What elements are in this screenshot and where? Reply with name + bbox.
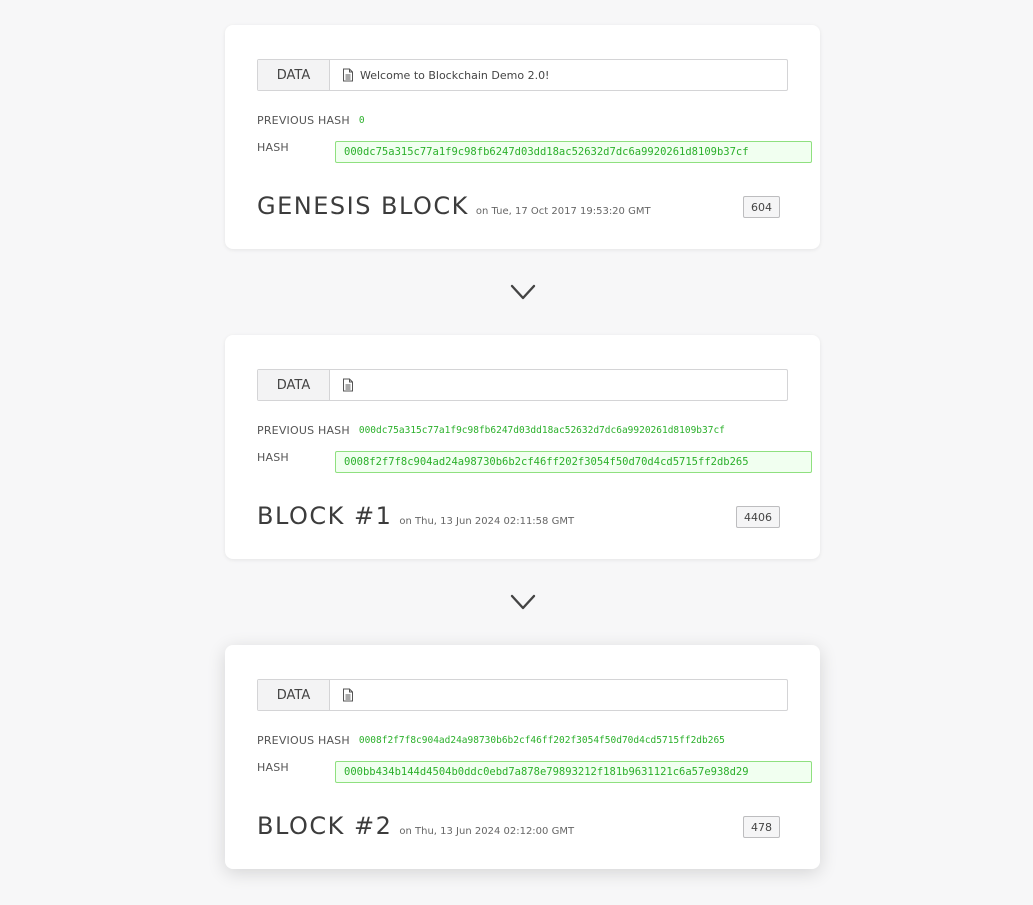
previous-hash-label: PREVIOUS HASH [257, 423, 350, 437]
hash-label: HASH [257, 451, 289, 464]
previous-hash-value: 0 [358, 114, 365, 126]
block-title-row: GENESIS BLOCK on Tue, 17 Oct 2017 19:53:… [257, 192, 651, 220]
block-card-genesis: DATA Welcome to Blockchain Demo 2.0! PRE… [225, 25, 820, 249]
data-label: DATA [258, 60, 330, 90]
hash-value: 0008f2f7f8c904ad24a98730b6b2cf46ff202f30… [335, 451, 812, 473]
hash-row: HASH 000bb434b144d4504b0ddc0ebd7a878e798… [257, 761, 812, 783]
hash-value: 000bb434b144d4504b0ddc0ebd7a878e79893212… [335, 761, 812, 783]
document-icon [342, 688, 354, 702]
hash-row: HASH 0008f2f7f8c904ad24a98730b6b2cf46ff2… [257, 451, 812, 473]
previous-hash-value: 0008f2f7f8c904ad24a98730b6b2cf46ff202f30… [358, 734, 725, 746]
hash-label: HASH [257, 761, 289, 774]
block-title-row: BLOCK #2 on Thu, 13 Jun 2024 02:12:00 GM… [257, 812, 574, 840]
block-timestamp: on Thu, 13 Jun 2024 02:11:58 GMT [399, 516, 575, 527]
data-input-group[interactable]: DATA [257, 369, 788, 401]
data-input[interactable]: Welcome to Blockchain Demo 2.0! [330, 60, 787, 90]
block-timestamp: on Thu, 13 Jun 2024 02:12:00 GMT [399, 826, 575, 837]
data-input-group[interactable]: DATA Welcome to Blockchain Demo 2.0! [257, 59, 788, 91]
nonce-badge[interactable]: 478 [743, 816, 780, 838]
previous-hash-label: PREVIOUS HASH [257, 733, 350, 747]
block-title: GENESIS BLOCK [257, 192, 469, 220]
hash-value: 000dc75a315c77a1f9c98fb6247d03dd18ac5263… [335, 141, 812, 163]
block-card-2: DATA PREVIOUS HASH 0008f2f7f8c904ad24a98… [225, 645, 820, 869]
previous-hash-row: PREVIOUS HASH 0 [257, 113, 365, 127]
data-label: DATA [258, 370, 330, 400]
hash-row: HASH 000dc75a315c77a1f9c98fb6247d03dd18a… [257, 141, 812, 163]
previous-hash-value: 000dc75a315c77a1f9c98fb6247d03dd18ac5263… [358, 424, 725, 436]
document-icon [342, 68, 354, 82]
data-label: DATA [258, 680, 330, 710]
chevron-down-icon [510, 284, 536, 300]
data-input[interactable] [330, 680, 787, 710]
block-title-row: BLOCK #1 on Thu, 13 Jun 2024 02:11:58 GM… [257, 502, 574, 530]
data-value: Welcome to Blockchain Demo 2.0! [360, 68, 550, 82]
block-timestamp: on Tue, 17 Oct 2017 19:53:20 GMT [475, 206, 651, 217]
nonce-badge[interactable]: 4406 [736, 506, 780, 528]
previous-hash-row: PREVIOUS HASH 000dc75a315c77a1f9c98fb624… [257, 423, 725, 437]
previous-hash-label: PREVIOUS HASH [257, 113, 350, 127]
block-title: BLOCK #2 [257, 812, 393, 840]
data-input-group[interactable]: DATA [257, 679, 788, 711]
block-card-1: DATA PREVIOUS HASH 000dc75a315c77a1f9c98… [225, 335, 820, 559]
document-icon [342, 378, 354, 392]
hash-label: HASH [257, 141, 289, 154]
previous-hash-row: PREVIOUS HASH 0008f2f7f8c904ad24a98730b6… [257, 733, 725, 747]
block-title: BLOCK #1 [257, 502, 393, 530]
data-input[interactable] [330, 370, 787, 400]
nonce-badge[interactable]: 604 [743, 196, 780, 218]
chevron-down-icon [510, 594, 536, 610]
